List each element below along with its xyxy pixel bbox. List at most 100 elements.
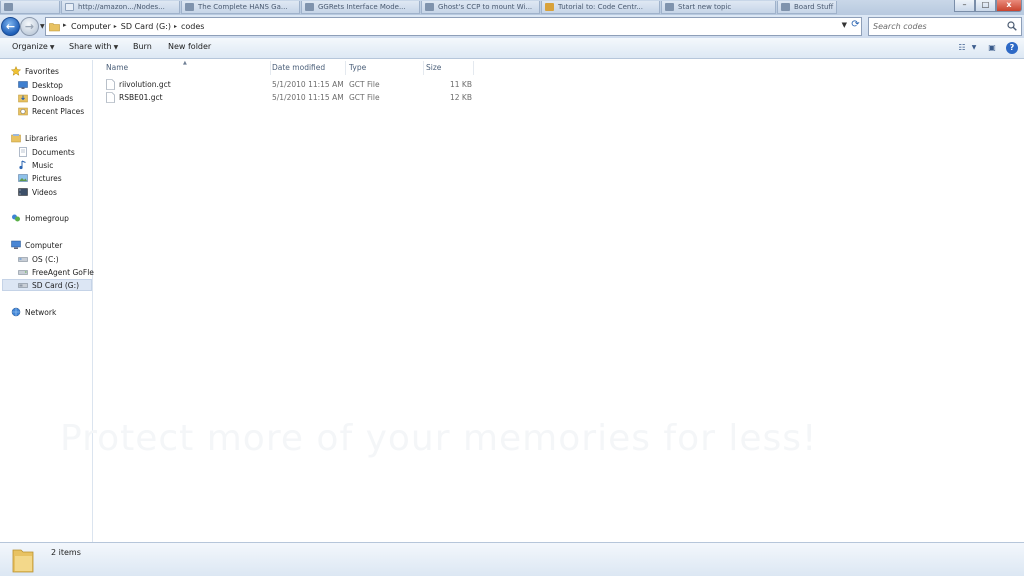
search-box[interactable]: [868, 17, 1022, 36]
nav-os-c[interactable]: OS (C:): [18, 253, 59, 265]
chevron-down-icon: ▼: [113, 44, 119, 51]
nav-downloads[interactable]: Downloads: [18, 92, 73, 104]
organize-button[interactable]: Organize ▼: [12, 42, 54, 51]
taskbar-thumbnail[interactable]: The Complete HANS Ga...: [181, 1, 300, 14]
address-bar[interactable]: ▸ Computer ▸ SD Card (G:) ▸ codes ▼: [45, 17, 862, 36]
sd-card-icon: [18, 283, 28, 288]
command-bar: Organize ▼ Share with ▼ Burn New folder ☷ …: [0, 38, 1024, 59]
taskbar-thumbnail[interactable]: Board Stuff: [777, 1, 837, 14]
navigation-pane: Favorites Desktop Downloads Recent Place…: [0, 60, 98, 542]
share-with-button[interactable]: Share with ▼: [69, 42, 118, 51]
recent-places-icon: [18, 107, 28, 116]
taskbar-thumbnail[interactable]: Tutorial to: Code Centr...: [541, 1, 660, 14]
music-icon: [19, 160, 26, 170]
file-name: riivolution.gct: [119, 80, 171, 89]
taskbar-thumbnail[interactable]: GGRets Interface Mode...: [301, 1, 420, 14]
nav-pictures[interactable]: Pictures: [18, 172, 62, 184]
arrow-right-icon: →: [24, 20, 35, 33]
file-name: RSBE01.gct: [119, 93, 163, 102]
taskbar-thumbnail[interactable]: http://amazon.../Nodes...: [61, 1, 180, 14]
libraries-icon: [11, 134, 21, 143]
arrow-left-icon: ←: [5, 20, 16, 33]
file-icon: [106, 92, 115, 103]
nav-sd-card[interactable]: SD Card (G:): [2, 279, 92, 291]
minimize-button[interactable]: –: [954, 0, 975, 12]
window-thumb-icon: [665, 3, 674, 11]
back-button[interactable]: ←: [1, 17, 20, 36]
watermark-text: Protect more of your memories for less!: [60, 418, 818, 459]
sort-ascending-icon: ▲: [183, 60, 187, 66]
new-folder-button[interactable]: New folder: [168, 42, 211, 51]
breadcrumb-computer[interactable]: Computer: [71, 22, 114, 31]
close-button[interactable]: x: [996, 0, 1022, 12]
nav-documents[interactable]: Documents: [18, 146, 75, 158]
star-icon: [11, 66, 21, 76]
window-thumb-icon: [425, 3, 434, 11]
favicon: [65, 3, 74, 11]
downloads-icon: [18, 94, 28, 103]
computer-icon: [11, 240, 21, 249]
chevron-down-icon: ▼: [49, 44, 55, 51]
nav-recent-places[interactable]: Recent Places: [18, 105, 84, 117]
item-count: 2 items: [51, 548, 81, 557]
breadcrumb: Computer ▸ SD Card (G:) ▸ codes: [71, 18, 207, 35]
recent-pages-dropdown-icon[interactable]: ▼: [40, 23, 45, 30]
help-icon[interactable]: ?: [1006, 42, 1018, 54]
search-input[interactable]: [873, 20, 1003, 33]
chevron-right-icon[interactable]: ▸: [63, 21, 67, 29]
file-date: 5/1/2010 11:15 AM: [272, 80, 344, 89]
nav-computer[interactable]: Computer: [11, 239, 62, 251]
videos-icon: [18, 188, 28, 196]
taskbar-thumbnail[interactable]: Ghost's CCP to mount Wi...: [421, 1, 540, 14]
column-header: Name ▲ Date modified Type Size: [94, 60, 1024, 75]
taskbar-thumbnail[interactable]: Start new topic: [661, 1, 776, 14]
chevron-down-icon[interactable]: ▼: [842, 21, 847, 29]
file-type: GCT File: [349, 80, 380, 89]
nav-libraries[interactable]: Libraries: [11, 132, 57, 144]
nav-homegroup[interactable]: Homegroup: [11, 212, 69, 224]
details-pane: 2 items: [0, 542, 1024, 576]
column-type[interactable]: Type: [345, 61, 424, 75]
orange-thumb-icon: [545, 3, 554, 11]
documents-icon: [19, 147, 27, 157]
network-icon: [11, 307, 21, 317]
taskbar-thumbnails: http://amazon.../Nodes... The Complete H…: [0, 0, 838, 15]
view-controls: ☷ ▼ ▣ ?: [948, 42, 1018, 54]
homegroup-icon: [12, 214, 20, 222]
chevron-right-icon[interactable]: ▸: [114, 23, 121, 30]
column-size[interactable]: Size: [422, 61, 474, 75]
burn-button[interactable]: Burn: [133, 42, 152, 51]
pictures-icon: [18, 174, 28, 182]
desktop-icon: [18, 81, 28, 89]
preview-pane-icon[interactable]: ▣: [986, 42, 998, 54]
nav-favorites[interactable]: Favorites: [11, 65, 59, 77]
maximize-button[interactable]: □: [975, 0, 996, 12]
nav-desktop[interactable]: Desktop: [18, 79, 63, 91]
file-row[interactable]: riivolution.gct 5/1/2010 11:15 AM GCT Fi…: [106, 79, 476, 91]
breadcrumb-codes[interactable]: codes: [181, 22, 207, 31]
column-date-modified[interactable]: Date modified: [268, 61, 346, 75]
breadcrumb-sd-card[interactable]: SD Card (G:): [121, 22, 174, 31]
taskbar-strip: http://amazon.../Nodes... The Complete H…: [0, 0, 1024, 15]
file-size: 11 KB: [450, 80, 472, 89]
taskbar-thumbnail[interactable]: [0, 1, 60, 14]
nav-network[interactable]: Network: [11, 306, 56, 318]
file-type: GCT File: [349, 93, 380, 102]
refresh-icon[interactable]: ⟳: [849, 19, 862, 32]
file-size: 12 KB: [450, 93, 472, 102]
window-thumb-icon: [781, 3, 790, 11]
file-list: Name ▲ Date modified Type Size riivoluti…: [94, 60, 1024, 542]
nav-music[interactable]: Music: [18, 159, 53, 171]
address-row: ← → ▼ ▸ Computer ▸ SD Card (G:) ▸ codes …: [0, 15, 1024, 38]
nav-videos[interactable]: Videos: [18, 186, 57, 198]
chevron-down-icon[interactable]: ▼: [970, 42, 978, 54]
window-thumb-icon: [305, 3, 314, 11]
nav-freeagent[interactable]: FreeAgent GoFlex: [18, 266, 98, 278]
file-icon: [106, 79, 115, 90]
forward-button[interactable]: →: [20, 17, 39, 36]
file-row[interactable]: RSBE01.gct 5/1/2010 11:15 AM GCT File 12…: [106, 92, 476, 104]
search-icon[interactable]: [1007, 21, 1017, 31]
change-view-icon[interactable]: ☷: [956, 42, 968, 54]
chevron-right-icon[interactable]: ▸: [174, 23, 181, 30]
file-date: 5/1/2010 11:15 AM: [272, 93, 344, 102]
